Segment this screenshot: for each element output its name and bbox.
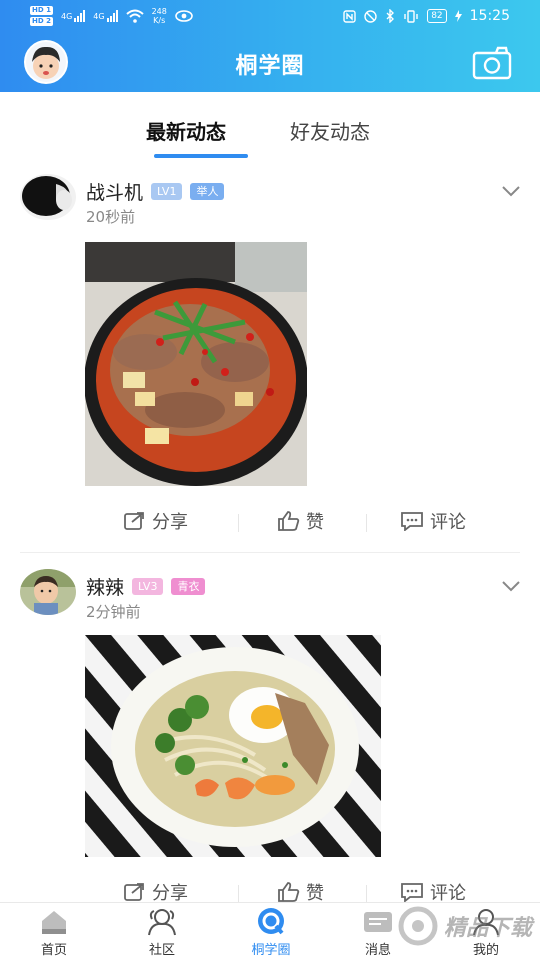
nav-home-label: 首页	[40, 943, 67, 958]
action-divider	[238, 514, 239, 532]
post-author-avatar[interactable]	[20, 569, 76, 615]
status-bar-right: 82 15:25	[343, 8, 510, 24]
feed-tabs: 最新动态 好友动态	[0, 92, 540, 162]
charging-icon	[454, 10, 462, 22]
post-divider	[20, 552, 520, 553]
status-clock: 15:25	[469, 8, 510, 24]
camera-icon	[472, 46, 512, 80]
nav-community[interactable]: 社区	[122, 907, 202, 958]
thumbs-up-icon	[278, 511, 300, 531]
thumbs-up-icon	[278, 882, 300, 902]
level-badge: LV1	[151, 183, 183, 200]
nav-circle[interactable]: 桐学圈	[231, 907, 311, 958]
vibrate-icon	[404, 9, 418, 23]
home-icon	[42, 911, 66, 934]
chevron-down-icon[interactable]	[500, 579, 522, 593]
share-icon	[124, 512, 144, 530]
network-speed: 248 K/s	[152, 7, 167, 25]
nfc-icon	[343, 9, 356, 23]
signal-strength-icon	[74, 10, 86, 22]
comment-icon	[401, 883, 423, 902]
watermark-logo-icon	[398, 906, 438, 946]
message-icon	[364, 912, 392, 932]
post-username[interactable]: 辣辣	[86, 573, 124, 600]
sim-badges: HD 1 HD 2	[30, 6, 53, 26]
post-timestamp: 20秒前	[86, 208, 136, 226]
sim-badge-1: HD 1	[30, 6, 53, 15]
sim-badge-2: HD 2	[30, 17, 53, 26]
share-label: 分享	[152, 512, 188, 533]
post-photo-noodles[interactable]	[85, 635, 381, 857]
post-photo-hotpot[interactable]	[85, 242, 307, 486]
page-title: 桐学圈	[235, 54, 305, 79]
silhouette-avatar-icon	[20, 174, 76, 220]
tab-latest-updates[interactable]: 最新动态	[146, 116, 226, 145]
active-tab-indicator	[154, 154, 248, 158]
hotpot-dish-image	[85, 242, 307, 486]
comment-button[interactable]: 评论	[400, 508, 466, 534]
post-timestamp: 2分钟前	[86, 603, 141, 621]
post-user-info: 辣辣 LV3 青衣	[86, 573, 206, 600]
chevron-down-icon[interactable]	[500, 184, 522, 198]
nav-home[interactable]: 首页	[14, 907, 94, 958]
post-author-avatar[interactable]	[20, 174, 76, 220]
action-divider	[238, 885, 239, 903]
site-watermark: 精品下载	[398, 906, 532, 946]
status-bar: HD 1 HD 2 4G 4G 248 K/s 82 15:25	[0, 0, 540, 34]
like-label: 赞	[306, 512, 324, 533]
speed-value: 248	[151, 7, 167, 16]
level-badge: LV3	[132, 578, 164, 595]
speed-unit: K/s	[153, 16, 166, 25]
circle-icon	[258, 908, 284, 935]
noodle-bowl-image	[85, 635, 381, 857]
post-actions: 分享 赞 评论	[0, 502, 540, 542]
bluetooth-icon	[386, 9, 395, 23]
comment-icon	[401, 512, 423, 531]
share-button[interactable]: 分享	[124, 508, 188, 534]
share-icon	[124, 883, 144, 901]
rank-badge: 举人	[190, 183, 225, 200]
rank-badge: 青衣	[171, 578, 206, 595]
nav-community-label: 社区	[148, 943, 175, 958]
action-divider	[366, 514, 367, 532]
mute-icon	[364, 9, 377, 23]
signal-label-1: 4G	[60, 11, 73, 21]
comment-label: 评论	[430, 512, 466, 533]
battery-indicator: 82	[427, 9, 447, 23]
status-bar-left: HD 1 HD 2 4G 4G 248 K/s	[30, 6, 193, 26]
like-button[interactable]: 赞	[278, 508, 324, 534]
app-header: HD 1 HD 2 4G 4G 248 K/s 82 15:25 桐学圈	[0, 0, 540, 92]
app-bar: 桐学圈	[0, 34, 540, 92]
eye-icon	[175, 10, 193, 22]
camera-button[interactable]	[472, 46, 512, 80]
community-icon	[148, 909, 176, 936]
watermark-text: 精品下载	[443, 916, 532, 941]
child-photo-avatar-icon	[20, 569, 76, 615]
signal-label-2: 4G	[93, 11, 105, 21]
nav-circle-label: 桐学圈	[251, 943, 291, 958]
tab-friend-updates[interactable]: 好友动态	[290, 116, 370, 145]
signal-strength-icon-2	[106, 10, 118, 22]
post-user-info: 战斗机 LV1 举人	[86, 178, 225, 205]
post-username[interactable]: 战斗机	[86, 178, 143, 205]
wifi-icon	[125, 9, 144, 23]
action-divider	[366, 885, 367, 903]
